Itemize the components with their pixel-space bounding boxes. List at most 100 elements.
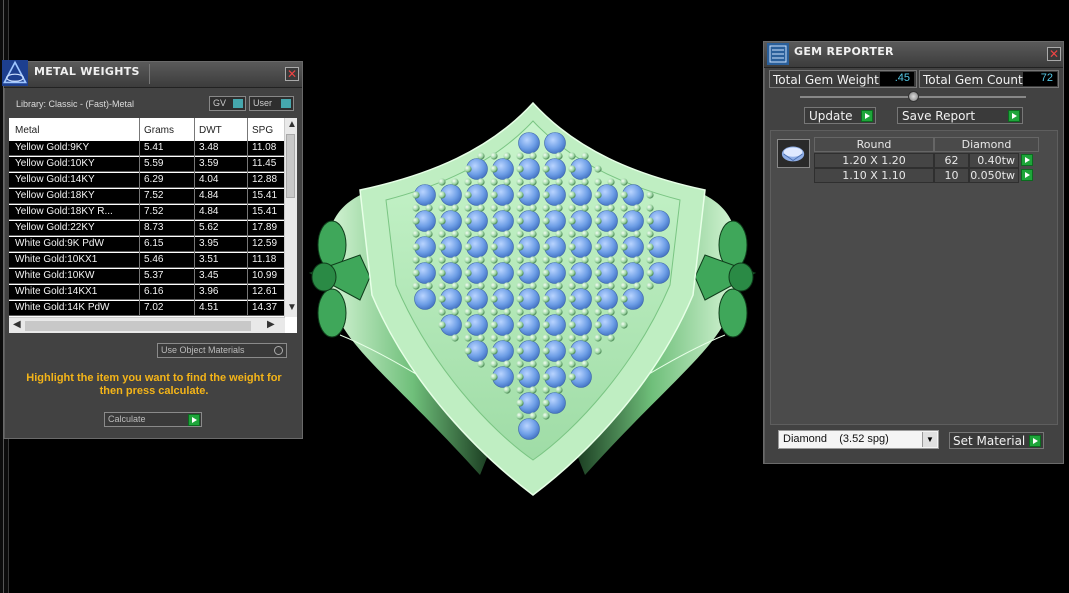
- metal-bead: [529, 386, 537, 394]
- metal-bead: [464, 308, 472, 316]
- grams-cell: 7.02: [144, 302, 164, 313]
- metal-weights-titlebar[interactable]: METAL WEIGHTS ✕: [2, 60, 302, 88]
- scroll-up-icon[interactable]: ▲: [287, 119, 297, 130]
- gem-row-weight[interactable]: 0.050tw: [969, 168, 1019, 183]
- metal-bead: [529, 334, 537, 342]
- metal-table-row[interactable]: Yellow Gold:22KY 8.73 5.62 17.89: [9, 221, 285, 236]
- save-report-button[interactable]: Save Report: [897, 107, 1023, 124]
- metal-bead: [646, 256, 654, 264]
- gem-row-weight[interactable]: 0.40tw: [969, 153, 1019, 168]
- metal-bead: [555, 152, 563, 160]
- slider-knob[interactable]: [908, 91, 919, 102]
- metal-bead: [490, 165, 498, 173]
- scroll-right-icon[interactable]: ▶: [267, 319, 275, 330]
- calculate-button[interactable]: Calculate: [104, 412, 202, 427]
- metal-bead: [438, 191, 446, 199]
- metal-weights-close-button[interactable]: ✕: [285, 67, 299, 81]
- metal-bead: [594, 204, 602, 212]
- metal-bead: [594, 321, 602, 329]
- metal-name-cell: Yellow Gold:14KY: [15, 174, 95, 185]
- dwt-cell: 3.51: [199, 254, 219, 265]
- gem-row-count[interactable]: 62: [934, 153, 969, 168]
- material-select[interactable]: Diamond (3.52 spg) ▼: [778, 430, 939, 449]
- metal-table[interactable]: Metal Grams DWT SPG Yellow Gold:9KY 5.41 3…: [9, 118, 297, 333]
- chevron-down-icon[interactable]: ▼: [922, 432, 937, 447]
- hscroll-thumb[interactable]: [25, 321, 251, 331]
- metal-bead: [529, 204, 537, 212]
- metal-table-vscroll[interactable]: ▲ ▼: [284, 118, 297, 317]
- gem-row-size[interactable]: 1.20 X 1.20: [814, 153, 934, 168]
- metal-table-row[interactable]: Yellow Gold:14KY 6.29 4.04 12.88: [9, 173, 285, 188]
- metal-bead: [581, 204, 589, 212]
- total-gem-count-label: Total Gem Count: [923, 73, 1023, 87]
- col-dwt[interactable]: DWT: [199, 125, 222, 136]
- grams-cell: 7.52: [144, 206, 164, 217]
- use-object-materials-checkbox[interactable]: Use Object Materials: [157, 343, 287, 358]
- update-button[interactable]: Update: [804, 107, 876, 124]
- metal-bead: [464, 256, 472, 264]
- metal-bead: [412, 230, 420, 238]
- metal-bead: [438, 269, 446, 277]
- metal-table-row[interactable]: Yellow Gold:18KY 7.52 4.84 15.41: [9, 189, 285, 204]
- total-gem-weight-value: .45: [880, 72, 914, 86]
- metal-bead: [464, 204, 472, 212]
- metal-bead: [594, 347, 602, 355]
- metal-name-cell: Yellow Gold:9KY: [15, 142, 90, 153]
- metal-bead: [555, 308, 563, 316]
- metal-table-row[interactable]: White Gold:14K PdW 7.02 4.51 14.37: [9, 301, 285, 316]
- grams-cell: 7.52: [144, 190, 164, 201]
- metal-bead: [607, 256, 615, 264]
- metal-bead: [490, 152, 498, 160]
- scroll-left-icon[interactable]: ◀: [13, 319, 21, 330]
- dwt-cell: 3.59: [199, 158, 219, 169]
- metal-bead: [555, 230, 563, 238]
- metal-bead: [412, 243, 420, 251]
- dwt-cell: 4.84: [199, 206, 219, 217]
- metal-table-hscroll[interactable]: ◀ ▶: [9, 317, 285, 333]
- metal-bead: [568, 217, 576, 225]
- ring-3d-viewport[interactable]: [300, 95, 765, 505]
- col-metal[interactable]: Metal: [15, 125, 39, 136]
- scroll-down-icon[interactable]: ▼: [287, 302, 297, 313]
- metal-bead: [516, 386, 524, 394]
- round-gem-icon[interactable]: [777, 139, 810, 168]
- metal-table-row[interactable]: Yellow Gold:18KY R... 7.52 4.84 15.41: [9, 205, 285, 220]
- metal-table-row[interactable]: Yellow Gold:9KY 5.41 3.48 11.08: [9, 141, 285, 156]
- metal-bead: [542, 243, 550, 251]
- user-toggle[interactable]: User: [249, 96, 294, 111]
- metal-bead: [464, 269, 472, 277]
- total-gem-weight-label: Total Gem Weight: [773, 73, 879, 87]
- play-arrow-icon: [1008, 110, 1020, 122]
- set-material-button[interactable]: Set Material: [949, 432, 1044, 449]
- dwt-cell: 4.84: [199, 190, 219, 201]
- metal-bead: [516, 256, 524, 264]
- row-select-arrow-icon[interactable]: [1021, 169, 1033, 181]
- metal-table-row[interactable]: Yellow Gold:10KY 5.59 3.59 11.45: [9, 157, 285, 172]
- metal-bead: [477, 152, 485, 160]
- metal-bead: [542, 191, 550, 199]
- gem-row-size[interactable]: 1.10 X 1.10: [814, 168, 934, 183]
- metal-bead: [594, 230, 602, 238]
- metal-bead: [490, 230, 498, 238]
- metal-bead: [568, 347, 576, 355]
- metal-table-row[interactable]: White Gold:14KX1 6.16 3.96 12.61: [9, 285, 285, 300]
- metal-bead: [594, 165, 602, 173]
- col-grams[interactable]: Grams: [144, 125, 174, 136]
- gem-reporter-titlebar[interactable]: GEM REPORTER ✕: [764, 42, 1063, 68]
- grams-cell: 6.15: [144, 238, 164, 249]
- row-select-arrow-icon[interactable]: [1021, 154, 1033, 166]
- metal-bead: [503, 282, 511, 290]
- metal-bead: [646, 230, 654, 238]
- col-spg[interactable]: SPG: [252, 125, 273, 136]
- metal-bead: [477, 256, 485, 264]
- report-slider[interactable]: [800, 91, 1026, 102]
- gv-toggle[interactable]: GV: [209, 96, 246, 111]
- metal-bead: [425, 230, 433, 238]
- metal-table-row[interactable]: White Gold:10KX1 5.46 3.51 11.18: [9, 253, 285, 268]
- metal-table-row[interactable]: White Gold:10KW 5.37 3.45 10.99: [9, 269, 285, 284]
- gem-row-count[interactable]: 10: [934, 168, 969, 183]
- gem-reporter-close-button[interactable]: ✕: [1047, 47, 1061, 61]
- vscroll-thumb[interactable]: [286, 134, 295, 198]
- metal-table-row[interactable]: White Gold:9K PdW 6.15 3.95 12.59: [9, 237, 285, 252]
- metal-bead: [490, 191, 498, 199]
